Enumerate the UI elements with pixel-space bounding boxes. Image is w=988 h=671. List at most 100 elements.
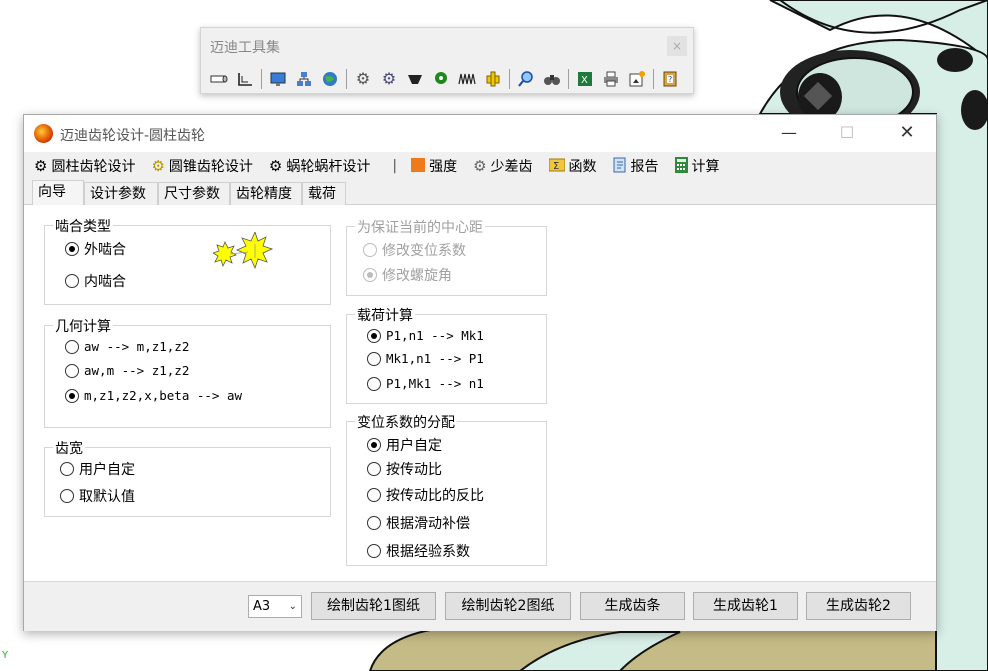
close-button[interactable]: ✕	[892, 121, 922, 145]
radio-aw-m-to-z[interactable]: aw,m --> z1,z2	[65, 363, 189, 378]
radio-dist-slip-compensation[interactable]: 根据滑动补偿	[367, 513, 470, 533]
menu-report-label: 报告	[630, 159, 659, 175]
radio-circle	[367, 488, 381, 502]
radio-circle	[367, 376, 381, 391]
tab-load[interactable]: 载荷	[302, 182, 346, 205]
menu-calc[interactable]: 计算	[674, 156, 720, 176]
radio-label: 用户自定	[79, 462, 135, 478]
angle-icon[interactable]	[235, 69, 255, 89]
help-book-icon[interactable]: ?	[660, 69, 680, 89]
orange-square-icon	[411, 157, 426, 175]
face-width-legend: 齿宽	[53, 438, 85, 458]
report-icon	[613, 157, 627, 176]
generate-gear2-button[interactable]: 生成齿轮2	[806, 592, 911, 620]
spring-icon[interactable]	[457, 69, 477, 89]
tab-gear-accuracy[interactable]: 齿轮精度	[230, 182, 302, 205]
menu-few-teeth-label: 少差齿	[490, 159, 533, 175]
radio-circle	[367, 544, 381, 558]
radio-circle-selected	[65, 388, 79, 403]
menu-function-label: 函数	[568, 159, 597, 175]
draw-gear1-button[interactable]: 绘制齿轮1图纸	[311, 592, 436, 620]
menu-cylindrical-gear[interactable]: ⚙ 圆柱齿轮设计	[34, 156, 135, 176]
title-bar: 迈迪齿轮设计-圆柱齿轮 — ☐ ✕	[24, 115, 936, 152]
image-star-icon[interactable]	[627, 69, 647, 89]
radio-label: aw,m --> z1,z2	[84, 363, 190, 378]
tools-window-close-button[interactable]: ×	[667, 36, 687, 56]
gear-icon: ⚙	[34, 156, 48, 175]
excel-icon[interactable]: X	[575, 69, 595, 89]
maximize-button[interactable]: ☐	[832, 121, 862, 145]
radio-label: 内啮合	[84, 274, 126, 290]
radio-dist-user-defined[interactable]: 用户自定	[367, 435, 442, 455]
geometry-calc-group: 几何计算 aw --> m,z1,z2 aw,m --> z1,z2 m,z1,…	[44, 316, 331, 428]
sigma-folder-icon: Σ	[548, 158, 566, 175]
radio-user-defined-width[interactable]: 用户自定	[60, 459, 135, 479]
tab-wizard[interactable]: 向导	[32, 180, 84, 206]
menu-few-teeth[interactable]: ⚙ 少差齿	[473, 156, 532, 176]
radio-circle-selected	[65, 242, 79, 256]
gear-dark-icon[interactable]: ⚙	[379, 69, 399, 89]
radio-circle-selected	[367, 438, 381, 452]
binoculars-icon[interactable]	[542, 69, 562, 89]
center-distance-group: 为保证当前的中心距 修改变位系数 修改螺旋角	[346, 217, 547, 296]
generate-gear1-button[interactable]: 生成齿轮1	[693, 592, 798, 620]
radio-mk1-n1-to-p1[interactable]: Mk1,n1 --> P1	[367, 351, 484, 366]
puzzle-icon[interactable]	[483, 69, 503, 89]
radio-circle	[60, 489, 74, 503]
radio-dist-empirical[interactable]: 根据经验系数	[367, 541, 470, 561]
minimize-button[interactable]: —	[774, 121, 804, 145]
network-icon[interactable]	[294, 69, 314, 89]
menu-report[interactable]: 报告	[613, 156, 659, 176]
menu-bevel-gear-label: 圆锥齿轮设计	[168, 159, 253, 175]
menu-bar: ⚙ 圆柱齿轮设计 ⚙ 圆锥齿轮设计 ⚙ 蜗轮蜗杆设计 | 强度 ⚙ 少差齿 Σ …	[24, 153, 936, 179]
toolbar-separator	[346, 69, 347, 89]
radio-aw-to-m-z[interactable]: aw --> m,z1,z2	[65, 339, 189, 354]
tube-icon[interactable]	[209, 69, 229, 89]
tab-dimension-params[interactable]: 尺寸参数	[158, 182, 230, 205]
menu-calc-label: 计算	[691, 159, 720, 175]
radio-modify-shift-coef[interactable]: 修改变位系数	[363, 240, 466, 260]
funnel-icon[interactable]	[405, 69, 425, 89]
monitor-icon[interactable]	[268, 69, 288, 89]
generate-rack-button[interactable]: 生成齿条	[580, 592, 685, 620]
radio-circle	[65, 363, 79, 378]
printer-icon[interactable]	[601, 69, 621, 89]
globe-icon[interactable]	[320, 69, 340, 89]
radio-label: Mk1,n1 --> P1	[386, 351, 484, 366]
paper-size-select[interactable]: A3 ⌄	[248, 595, 302, 618]
svg-text:Σ: Σ	[553, 161, 559, 172]
radio-circle	[363, 243, 377, 257]
load-calc-legend: 载荷计算	[355, 305, 415, 325]
yellow-gear-icon: ⚙	[151, 156, 165, 175]
radio-p1-n1-to-mk1[interactable]: P1,n1 --> Mk1	[367, 328, 484, 343]
tab-design-params[interactable]: 设计参数	[84, 182, 158, 205]
menu-function[interactable]: Σ 函数	[548, 156, 597, 176]
gear-icon[interactable]: ⚙	[353, 69, 373, 89]
svg-text:X: X	[581, 75, 588, 86]
draw-gear2-button[interactable]: 绘制齿轮2图纸	[445, 592, 571, 620]
radio-modify-helix-angle[interactable]: 修改螺旋角	[363, 265, 452, 285]
radio-default-width[interactable]: 取默认值	[60, 486, 135, 506]
magnifier-icon[interactable]	[516, 69, 536, 89]
radio-dist-by-ratio[interactable]: 按传动比	[367, 459, 442, 479]
svg-text:?: ?	[668, 75, 672, 84]
sun-burst-icon	[213, 232, 273, 270]
map-pin-icon[interactable]	[431, 69, 451, 89]
axis-y-marker: Y	[2, 650, 9, 661]
worm-gear-icon: ⚙	[268, 156, 283, 175]
radio-dist-inverse-ratio[interactable]: 按传动比的反比	[367, 485, 484, 505]
menu-strength[interactable]: 强度	[411, 156, 457, 176]
menu-bevel-gear[interactable]: ⚙ 圆锥齿轮设计	[151, 156, 252, 176]
tab-strip: 向导 设计参数 尺寸参数 齿轮精度 载荷	[24, 180, 936, 206]
tools-window: 迈迪工具集 × ⚙ ⚙ X ?	[200, 27, 694, 94]
face-width-group: 齿宽 用户自定 取默认值	[44, 438, 331, 517]
radio-label: 外啮合	[84, 242, 126, 258]
radio-params-to-aw[interactable]: m,z1,z2,x,beta --> aw	[65, 388, 242, 403]
radio-label: 根据经验系数	[386, 544, 470, 560]
radio-label: 修改螺旋角	[382, 268, 452, 284]
radio-p1-mk1-to-n1[interactable]: P1,Mk1 --> n1	[367, 376, 484, 391]
menu-worm-gear[interactable]: ⚙ 蜗轮蜗杆设计	[269, 156, 370, 176]
radio-internal-mesh[interactable]: 内啮合	[65, 271, 126, 291]
radio-external-mesh[interactable]: 外啮合	[65, 239, 126, 259]
model-hole2-shape	[937, 48, 973, 72]
